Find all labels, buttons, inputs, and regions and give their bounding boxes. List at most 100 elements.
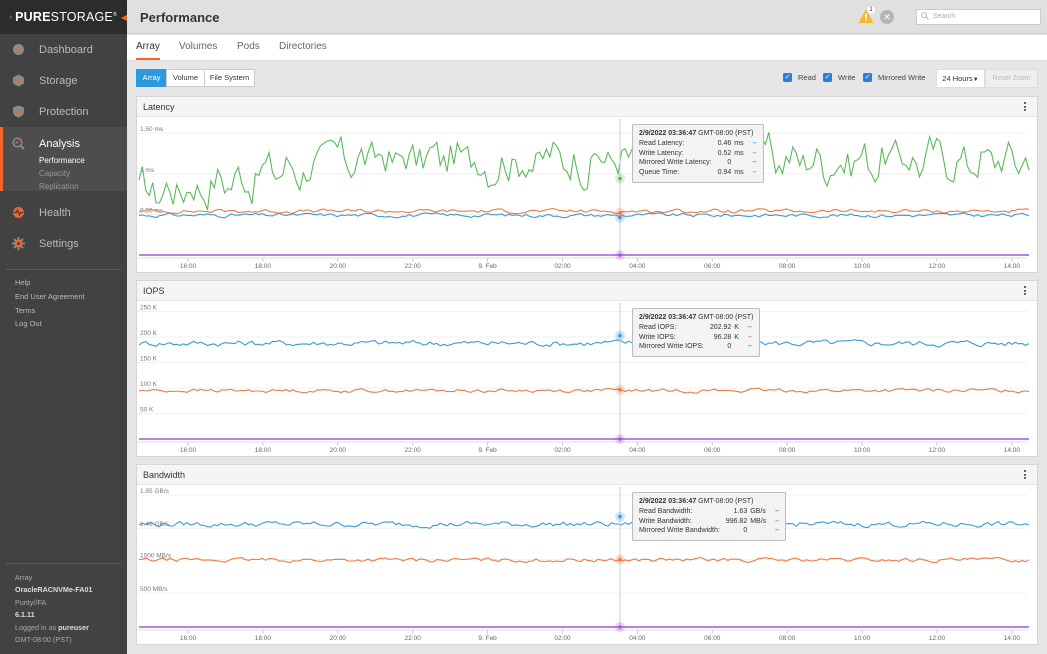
panel-header: Bandwidth (137, 465, 1037, 485)
x-tick-label: 20:00 (330, 263, 347, 270)
timezone: GMT-08:00 (PST) (15, 634, 72, 644)
y-tick-label: 50 K (140, 407, 154, 414)
tooltip-row: Read Bandwidth: 1.63 GB/s – (639, 507, 779, 517)
purity-version: 6.1.11 (15, 609, 35, 619)
x-tick-label: 06:00 (704, 635, 721, 642)
tab-directories[interactable]: Directories (279, 41, 327, 52)
legend-swatch-icon: – (747, 323, 752, 331)
alert-count-badge: 1 (867, 6, 875, 14)
tooltip-row: Write Bandwidth: 996.82 MB/s – (639, 517, 779, 527)
tooltip-row: Mirrored Write Bandwidth: 0 – (639, 526, 779, 536)
search-placeholder: Search (933, 13, 956, 20)
checkbox-label: Write (838, 73, 856, 82)
tooltip-value: 1.63 (733, 507, 748, 515)
time-range-dropdown[interactable]: 24 Hours▼ (936, 69, 985, 88)
x-tick-label: 02:00 (554, 263, 571, 270)
iops-chart[interactable]: 50 K 100 K 150 K 200 K 250 K 16:00 18:00 20:00 2… (137, 301, 1037, 457)
sidebar-item-health[interactable]: Health (0, 197, 127, 228)
panel-header: IOPS (137, 281, 1037, 301)
chart-svg: 0.50 ms1 ms1.50 ms16:00 18:00 20:00 22:00 9.… (137, 119, 1030, 270)
y-tick-label: 1.50 ms (140, 126, 164, 133)
tooltip-value: 202.92 (709, 323, 732, 331)
series-line-write-iops (138, 387, 1030, 394)
x-tick-label: 14:00 (1004, 263, 1021, 270)
pure-storage-logo-icon (9, 15, 12, 19)
x-tick-label: 06:00 (704, 263, 721, 270)
more-options-icon[interactable] (1023, 286, 1027, 296)
log-out-link[interactable]: Log Out (0, 317, 127, 331)
sidebar-divider (6, 563, 121, 564)
terms-link[interactable]: Terms (0, 304, 127, 318)
tab-array[interactable]: Array (136, 41, 160, 60)
mirrored-write-checkbox[interactable]: ✓ Mirrored Write (863, 73, 925, 82)
help-link[interactable]: Help (0, 276, 127, 290)
x-tick-label: 14:00 (1004, 447, 1021, 454)
x-tick-label: 08:00 (779, 447, 796, 454)
hover-marker (618, 437, 622, 441)
y-tick-label: 1.95 GB/s (140, 488, 170, 495)
bandwidth-chart[interactable]: 500 MB/s 1000 MB/s 1.46 GB/s 1.95 GB/s 16:00… (137, 485, 1037, 645)
sidebar-item-dashboard[interactable]: Dashboard (0, 34, 127, 65)
sidebar-item-protection[interactable]: Protection (0, 96, 127, 127)
x-tick-label: 02:00 (554, 635, 571, 642)
scope-volume-button[interactable]: Volume (166, 69, 205, 87)
tooltip-row: Write Latency: 0.52 ms – (639, 149, 757, 159)
checkbox-label: Read (798, 73, 816, 82)
tooltip-row: Read Latency: 0.46 ms – (639, 139, 757, 149)
tooltip-unit: ms (734, 149, 744, 157)
panel-title: IOPS (143, 286, 165, 296)
tooltip-label: Mirrored Write Bandwidth: (639, 527, 720, 535)
write-checkbox[interactable]: ✓ Write (823, 73, 855, 82)
panel-header: Latency (137, 97, 1037, 117)
x-tick-label: 04:00 (629, 447, 646, 454)
x-tick-label: 16:00 (180, 263, 197, 270)
tab-volumes[interactable]: Volumes (179, 41, 217, 52)
sidebar-subitem-replication[interactable]: Replication (39, 180, 79, 193)
more-options-icon[interactable] (1023, 102, 1027, 112)
hover-marker (618, 514, 622, 519)
sidebar-item-label: Dashboard (39, 43, 93, 56)
scope-array-button[interactable]: Array (136, 69, 167, 87)
storage-icon (12, 74, 25, 87)
panel-title: Latency (143, 102, 175, 112)
tooltip-label: Mirrored Write Latency: (639, 159, 712, 167)
more-options-icon[interactable] (1023, 470, 1027, 480)
x-tick-label: 04:00 (629, 635, 646, 642)
latency-chart[interactable]: 0.50 ms 1 ms 1.50 ms 16:00 18:00 20:00 22:00 9.… (137, 117, 1037, 273)
sidebar: PURESTORAGE® ◀ Dashboard Storage Protect… (0, 0, 127, 654)
logo[interactable]: PURESTORAGE® ◀ (0, 0, 127, 34)
array-label: Array (15, 573, 33, 582)
alerts-button[interactable]: 1 (858, 6, 875, 24)
sidebar-subitem-capacity[interactable]: Capacity (39, 167, 70, 180)
sidebar-subitem-performance[interactable]: Performance (39, 154, 85, 167)
search-input[interactable]: Search (916, 9, 1041, 25)
sidebar-item-storage[interactable]: Storage (0, 65, 127, 96)
legend-swatch-icon: – (752, 139, 757, 147)
read-checkbox[interactable]: ✓ Read (783, 73, 816, 82)
chart-tooltip: 2/9/2022 03:36:47 GMT-08:00 (PST) Read La… (632, 124, 764, 183)
legend-swatch-icon: – (747, 333, 752, 341)
tooltip-label: Write IOPS: (639, 333, 676, 341)
sidebar-item-analysis[interactable]: Analysis Performance Capacity Replicatio… (0, 127, 127, 191)
x-tick-label: 9. Feb (478, 263, 497, 270)
legend-swatch-icon: – (775, 507, 780, 515)
x-tick-label: 10:00 (854, 263, 871, 270)
legend-swatch-icon: – (775, 527, 780, 535)
sidebar-item-settings[interactable]: Settings (0, 228, 127, 259)
x-tick-label: 02:00 (554, 447, 571, 454)
tooltip-unit (731, 158, 743, 168)
x-tick-label: 12:00 (929, 635, 946, 642)
legend-swatch-icon: – (747, 343, 752, 351)
reset-zoom-button[interactable]: Reset Zoom (985, 69, 1038, 88)
end-user-agreement-link[interactable]: End User Agreement (0, 290, 127, 304)
close-icon[interactable]: ✕ (880, 10, 894, 24)
tooltip-value: 0.46 (717, 139, 732, 147)
hover-marker (618, 557, 622, 562)
x-tick-label: 22:00 (405, 447, 422, 454)
y-tick-label: 200 K (140, 330, 158, 337)
x-tick-label: 18:00 (255, 263, 272, 270)
tooltip-label: Read Bandwidth: (639, 507, 693, 515)
tooltip-row: Queue Time: 0.94 ms – (639, 168, 757, 178)
tab-pods[interactable]: Pods (237, 41, 260, 52)
scope-file-system-button[interactable]: File System (204, 69, 255, 87)
